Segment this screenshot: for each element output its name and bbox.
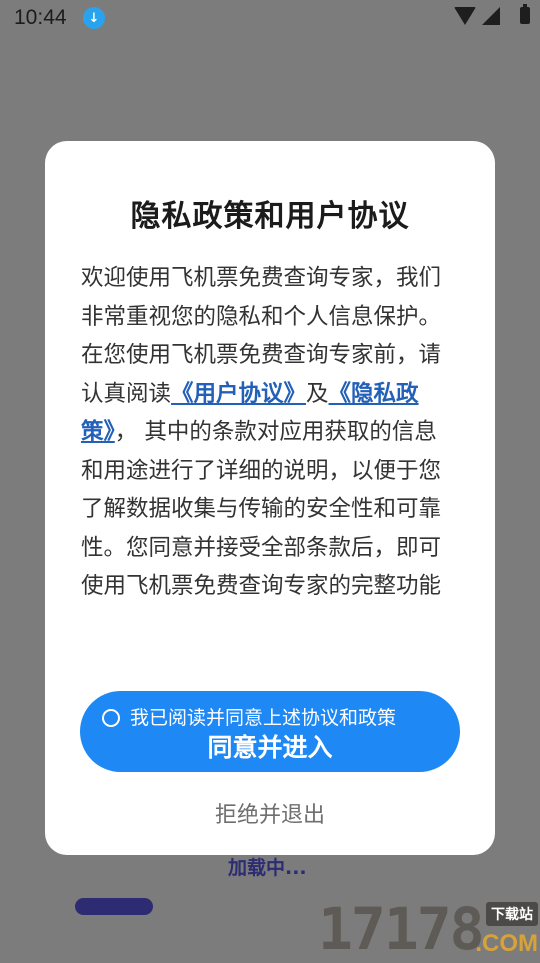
dialog-title: 隐私政策和用户协议 bbox=[130, 199, 410, 234]
agree-button-label: 同意并进入 bbox=[207, 733, 333, 762]
battery-icon bbox=[520, 4, 530, 24]
radio-unchecked-icon[interactable] bbox=[102, 709, 120, 727]
watermark-logo: 17178 下载站 .COM bbox=[318, 898, 540, 960]
watermark-number: 17178 bbox=[318, 895, 485, 963]
wifi-icon bbox=[454, 7, 476, 25]
watermark-domain: .COM bbox=[475, 930, 538, 957]
privacy-dialog: 隐私政策和用户协议 欢迎使用飞机票免费查询专家，我们非常重视您的隐私和个人信息保… bbox=[45, 141, 495, 855]
watermark-tag: 下载站 bbox=[486, 902, 538, 926]
user-agreement-link[interactable]: 《用户协议》 bbox=[171, 381, 306, 407]
reject-and-exit-button[interactable]: 拒绝并退出 bbox=[45, 797, 495, 829]
signal-icon bbox=[482, 7, 500, 25]
status-icons bbox=[454, 4, 530, 25]
agree-checkbox-row[interactable]: 我已阅读并同意上述协议和政策 bbox=[102, 706, 396, 730]
body-conjunction: 及 bbox=[306, 380, 329, 407]
dialog-body: 欢迎使用飞机票免费查询专家，我们非常重视您的隐私和个人信息保护。在您使用飞机票免… bbox=[81, 259, 459, 606]
loading-progress-bar bbox=[75, 898, 153, 915]
download-icon: ↓ bbox=[83, 7, 105, 29]
body-suffix: ， 其中的条款对应用获取的信息和用途进行了详细的说明，以便于您了解数据收集与传输… bbox=[81, 419, 442, 599]
agree-checkbox-label: 我已阅读并同意上述协议和政策 bbox=[130, 707, 397, 729]
status-time: 10:44 bbox=[14, 6, 67, 29]
status-bar: 10:44 ↓ bbox=[0, 0, 540, 38]
agree-and-enter-button[interactable]: 我已阅读并同意上述协议和政策 同意并进入 bbox=[80, 691, 460, 772]
loading-text: 加载中... bbox=[228, 857, 307, 879]
